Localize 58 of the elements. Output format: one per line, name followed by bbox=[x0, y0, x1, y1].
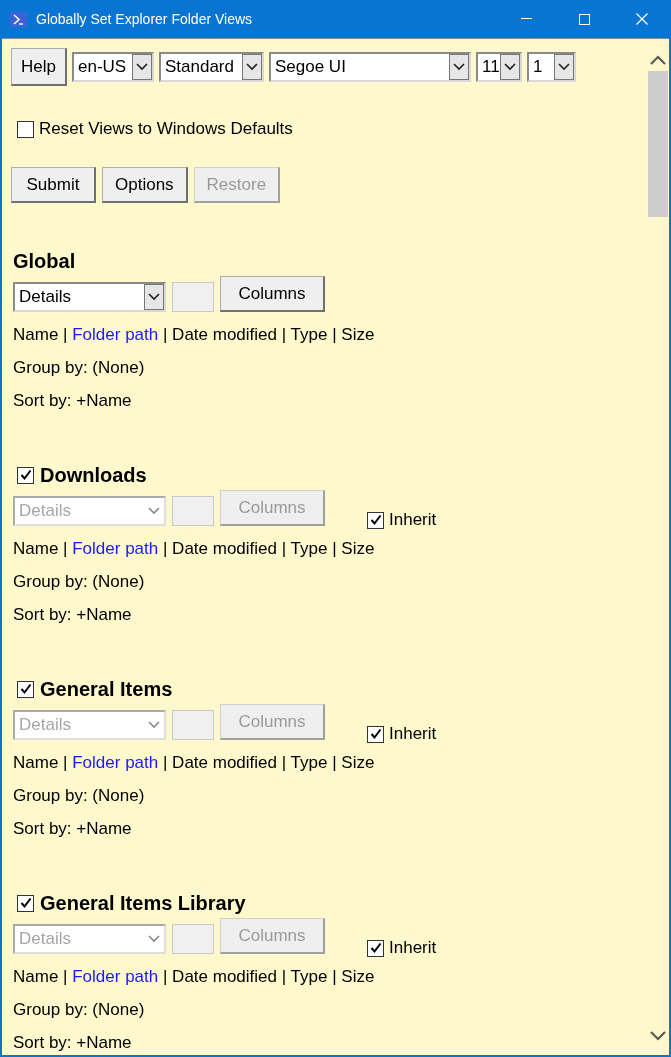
group-by-text: Group by: (None) bbox=[12, 572, 146, 591]
checkbox-label: Reset Views to Windows Defaults bbox=[39, 119, 293, 139]
caret-icon bbox=[148, 293, 160, 301]
input-field[interactable] bbox=[172, 496, 214, 526]
caret-icon bbox=[557, 63, 570, 71]
sort-by-text: Sort by: +Name bbox=[12, 605, 133, 624]
help-button[interactable]: Help bbox=[11, 48, 67, 86]
action-button[interactable]: Options bbox=[102, 167, 188, 203]
checkbox[interactable] bbox=[17, 680, 34, 698]
language-dropdown[interactable]: en-US bbox=[71, 52, 154, 82]
checkbox[interactable] bbox=[17, 120, 34, 138]
action-button[interactable]: Submit bbox=[11, 167, 96, 203]
checkbox[interactable] bbox=[367, 511, 384, 529]
caret-icon bbox=[148, 935, 160, 943]
input-field[interactable] bbox=[172, 710, 214, 740]
input-field[interactable] bbox=[172, 282, 214, 312]
columns-list: Name | Folder path | Date modified | Type | Size bbox=[11, 967, 648, 986]
count-dropdown[interactable]: 1 bbox=[526, 52, 576, 82]
font-dropdown[interactable]: Segoe UI bbox=[268, 52, 471, 82]
columns-list: Name | Folder path | Date modified | Type | Size bbox=[11, 753, 648, 772]
caret-icon bbox=[148, 507, 160, 515]
input-field[interactable] bbox=[172, 924, 214, 954]
group-by-text: Group by: (None) bbox=[12, 1000, 146, 1019]
columns-list: Name | Folder path | Date modified | Type | Size bbox=[11, 325, 648, 344]
checkbox[interactable] bbox=[367, 939, 384, 957]
view-dropdown[interactable]: Details bbox=[13, 282, 166, 312]
app-icon bbox=[10, 11, 27, 27]
section-title: Downloads bbox=[40, 463, 147, 487]
caret-icon bbox=[503, 63, 516, 71]
sort-by-text: Sort by: +Name bbox=[12, 819, 133, 838]
section-title: Global bbox=[13, 249, 76, 273]
scrollbar-thumb[interactable] bbox=[648, 71, 668, 217]
minimize-icon[interactable] bbox=[520, 18, 532, 20]
caret-icon bbox=[135, 63, 148, 71]
checkbox[interactable] bbox=[17, 466, 34, 484]
close-icon[interactable] bbox=[636, 13, 648, 25]
size-dropdown[interactable]: 11 bbox=[475, 52, 522, 82]
checkbox[interactable] bbox=[17, 894, 34, 912]
section-title: General Items Library bbox=[40, 891, 246, 915]
section-title: General Items bbox=[40, 677, 173, 701]
window-title: Globally Set Explorer Folder Views bbox=[36, 11, 254, 27]
checkbox-label: Inherit bbox=[389, 510, 437, 530]
maximize-icon[interactable] bbox=[578, 13, 590, 25]
columns-button[interactable]: Columns bbox=[220, 276, 325, 312]
checkbox[interactable] bbox=[367, 725, 384, 743]
caret-icon bbox=[148, 721, 160, 729]
group-by-text: Group by: (None) bbox=[12, 358, 146, 377]
group-by-text: Group by: (None) bbox=[12, 786, 146, 805]
checkbox-label: Inherit bbox=[389, 938, 437, 958]
scroll-down-icon[interactable] bbox=[650, 1031, 666, 1041]
checkbox-label: Inherit bbox=[389, 724, 437, 744]
scroll-up-icon[interactable] bbox=[650, 55, 666, 65]
style-dropdown[interactable]: Standard bbox=[158, 52, 264, 82]
caret-icon bbox=[245, 63, 258, 71]
columns-list: Name | Folder path | Date modified | Type | Size bbox=[11, 539, 648, 558]
caret-icon bbox=[452, 63, 465, 71]
sort-by-text: Sort by: +Name bbox=[12, 391, 133, 410]
sort-by-text: Sort by: +Name bbox=[12, 1033, 133, 1052]
